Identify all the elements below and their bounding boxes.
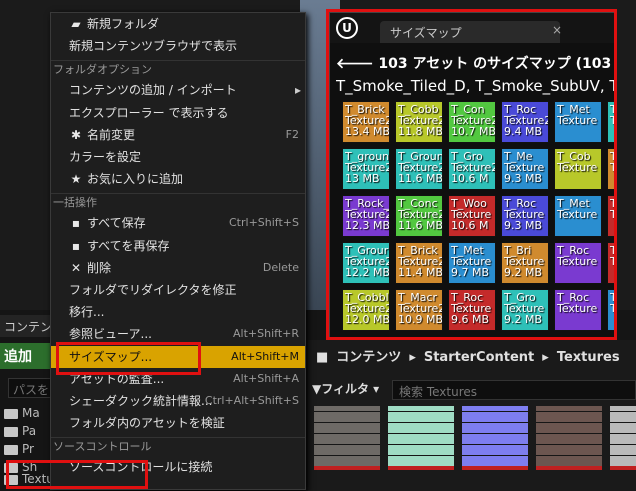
menu-item[interactable]: ▪ すべて保存 Ctrl+Shift+S (51, 212, 305, 234)
folder-context-menu: ▰ 新規フォルダ 新規コンテンツブラウザで表示 フォルダオプション コンテンツの追加 /… (50, 12, 306, 490)
menu-item-label: シェーダクック統計情報... (69, 394, 213, 408)
tree-item[interactable]: Pr (0, 442, 56, 460)
annotation-box (326, 9, 617, 340)
menu-item[interactable]: ✕ 削除 Delete (51, 257, 305, 279)
menu-item-label: 削除 (87, 260, 112, 275)
tree-item[interactable]: Ma (0, 406, 56, 424)
menu-item-label: フォルダでリダイレクタを修正 (69, 283, 237, 297)
menu-item-label: 名前変更 (87, 127, 136, 142)
menu-item[interactable]: シェーダクック統計情報... Ctrl+Alt+Shift+S (51, 390, 305, 412)
menu-item-label: エクスプローラー で表示する (69, 105, 229, 120)
menu-item-label: 参照ビューア... (69, 327, 152, 342)
menu-item-shortcut: Alt+Shift+A (233, 371, 299, 385)
menu-item-label: 移行... (69, 305, 105, 320)
filter-button[interactable]: ▼フィルタ ▾ (312, 380, 384, 400)
menu-item[interactable]: ★ お気に入りに追加 (51, 168, 305, 190)
menu-item-label: すべて保存 (87, 216, 146, 231)
tree-item-label: Pa (22, 424, 37, 438)
search-input[interactable]: 検索 Textures (392, 380, 636, 400)
annotation-box (56, 342, 201, 375)
star-icon: ★ (70, 172, 82, 187)
menu-item[interactable]: ✱ 名前変更 F2 (51, 124, 305, 146)
folder-icon (4, 408, 18, 419)
add-button[interactable]: 追加 (0, 343, 56, 369)
save-icon: ▪ (71, 238, 81, 253)
menu-item[interactable]: ▪ すべてを再保存 (51, 235, 305, 257)
folder-icon (4, 426, 18, 437)
delete-icon: ✕ (70, 260, 82, 275)
menu-item[interactable]: カラーを設定 (51, 146, 305, 168)
menu-section-header: 一括操作 (51, 193, 305, 211)
breadcrumb-item[interactable]: StarterContent (424, 350, 534, 365)
breadcrumb-item[interactable]: コンテンツ (336, 350, 401, 365)
menu-item[interactable]: 新規コンテンツブラウザで表示 (51, 35, 305, 57)
filter-label: フィルタ (321, 382, 369, 396)
folder-icon: ■ (316, 350, 329, 365)
menu-item-shortcut: Alt+Shift+M (231, 349, 299, 363)
menu-item[interactable]: 移行... (51, 301, 305, 323)
menu-item-label: フォルダ内のアセットを検証 (69, 416, 225, 431)
menu-item-label: 新規コンテンツブラウザで表示 (69, 39, 238, 54)
chevron-right-icon: ▸ (294, 83, 301, 98)
menu-item-shortcut: Delete (262, 260, 299, 274)
save-icon: ▪ (71, 216, 81, 231)
asset-thumbnail[interactable] (388, 406, 454, 470)
tree-item-label: Ma (22, 406, 40, 420)
folder-plus-icon: ▰ (71, 17, 81, 31)
folder-icon (4, 444, 18, 455)
menu-item[interactable]: ▰ 新規フォルダ (51, 13, 305, 35)
rename-icon: ✱ (70, 127, 82, 142)
asset-thumbnail[interactable] (462, 406, 528, 470)
menu-item[interactable]: エクスプローラー で表示する (51, 102, 305, 124)
thumbnail-image (610, 406, 636, 466)
chevron-down-icon: ▾ (369, 382, 380, 396)
thumbnail-image (536, 406, 602, 466)
path-search-input[interactable]: パスを (8, 378, 56, 398)
menu-item-shortcut: Alt+Shift+R (233, 327, 299, 341)
menu-section-header: フォルダオプション (51, 60, 305, 78)
menu-section-header: ソースコントロール (51, 437, 305, 455)
breadcrumb: ■ コンテンツ ▸ StarterContent ▸ Textures (316, 346, 636, 368)
tree-item-label: Pr (22, 442, 34, 456)
tree-item[interactable]: Pa (0, 424, 56, 442)
chevron-right-icon: ▸ (409, 350, 416, 365)
thumbnail-image (388, 406, 454, 466)
menu-item-shortcut: F2 (285, 127, 299, 141)
asset-thumbnail[interactable] (610, 406, 636, 470)
menu-item-label: 新規フォルダ (87, 17, 160, 31)
thumbnail-image (314, 406, 380, 466)
menu-item-label: お気に入りに追加 (87, 172, 184, 187)
menu-item-label: すべてを再保存 (87, 238, 170, 253)
filter-icon: ▼ (312, 382, 322, 396)
annotation-box (6, 460, 148, 489)
thumbnail-image (462, 406, 528, 466)
menu-item-shortcut: Ctrl+Shift+S (229, 216, 299, 230)
asset-thumbnail[interactable] (314, 406, 380, 470)
menu-item[interactable]: コンテンツの追加 / インポート ▸ (51, 79, 305, 101)
menu-item[interactable]: フォルダでリダイレクタを修正 (51, 279, 305, 301)
menu-item-label: カラーを設定 (69, 150, 142, 164)
breadcrumb-item[interactable]: Textures (557, 350, 620, 365)
menu-item-label: コンテンツの追加 / インポート (69, 83, 237, 98)
chevron-right-icon: ▸ (542, 350, 549, 365)
asset-thumbnail[interactable] (536, 406, 602, 470)
menu-item-shortcut: Ctrl+Alt+Shift+S (204, 394, 299, 407)
menu-item[interactable]: フォルダ内のアセットを検証 (51, 412, 305, 434)
